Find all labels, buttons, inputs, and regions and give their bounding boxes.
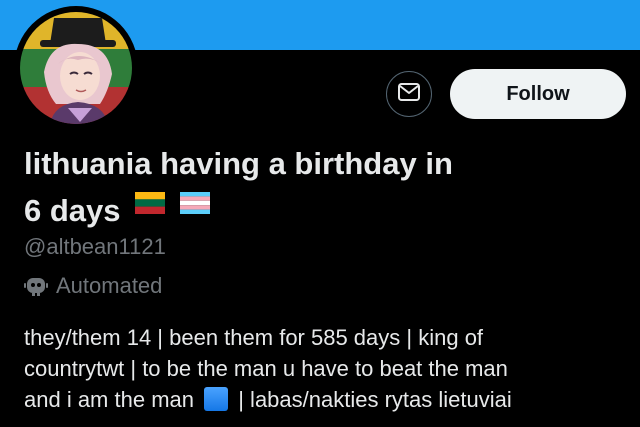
automated-text: Automated bbox=[56, 273, 163, 298]
display-name: lithuania having a birthday in 6 days bbox=[24, 144, 584, 231]
automated-label[interactable]: Automated bbox=[24, 272, 162, 300]
display-name-line1: lithuania having a birthday in bbox=[24, 146, 453, 181]
user-handle: @altbean1121 bbox=[24, 234, 166, 259]
bio-line-text: and i am the man bbox=[24, 387, 194, 412]
bio: they/them 14 | been them for 585 days | … bbox=[24, 322, 636, 415]
display-name-line2: 6 days bbox=[24, 193, 121, 228]
message-button[interactable] bbox=[386, 71, 432, 117]
follow-button[interactable]: Follow bbox=[450, 69, 626, 119]
transgender-flag-icon bbox=[179, 184, 210, 224]
bio-line: and i am the man | labas/nakties rytas l… bbox=[24, 384, 636, 415]
bio-line-text: | labas/nakties rytas lietuviai bbox=[238, 387, 512, 412]
avatar[interactable] bbox=[20, 12, 132, 124]
blue-square-icon bbox=[204, 387, 229, 411]
bio-line: countrytwt | to be the man u have to bea… bbox=[24, 356, 508, 381]
bio-line: they/them 14 | been them for 585 days | … bbox=[24, 325, 484, 350]
envelope-icon bbox=[398, 82, 420, 106]
robot-icon bbox=[24, 275, 48, 297]
lithuania-flag-icon bbox=[135, 184, 166, 224]
